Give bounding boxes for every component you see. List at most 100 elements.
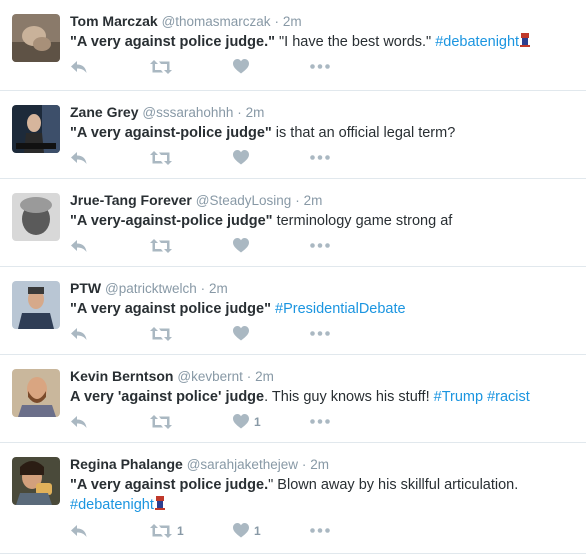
tweet-time[interactable]: 2m [283, 14, 302, 29]
retweet-button[interactable] [150, 60, 177, 74]
user-fullname[interactable]: Tom Marczak [70, 13, 158, 29]
heart-icon [233, 523, 249, 538]
reply-icon [71, 328, 87, 340]
more-dots-icon [310, 243, 330, 248]
tweet-time[interactable]: 2m [246, 105, 265, 120]
retweet-icon [150, 327, 172, 341]
more-dots-icon [310, 331, 330, 336]
avatar[interactable] [12, 369, 60, 417]
avatar[interactable] [12, 105, 60, 153]
tweet: PTW @patricktwelch · 2m "A very against … [0, 267, 586, 355]
debate-podium-emoji [154, 496, 165, 510]
retweet-icon [150, 60, 172, 74]
reply-icon [71, 152, 87, 164]
reply-button[interactable] [70, 415, 88, 429]
user-fullname[interactable]: Kevin Berntson [70, 368, 173, 384]
tweet-text: A very 'against police' judge. This guy … [70, 387, 578, 407]
tweet-header: Tom Marczak @thomasmarczak · 2m [70, 12, 578, 31]
tweet-actions [70, 149, 370, 169]
retweet-icon [150, 239, 172, 253]
tweet-actions [70, 58, 370, 78]
more-button[interactable] [310, 243, 330, 248]
like-button[interactable]: 1 [233, 414, 261, 429]
separator: · [246, 369, 252, 384]
tweet-text-rest: . This guy knows his stuff! [264, 389, 434, 405]
separator: · [274, 14, 279, 29]
avatar[interactable] [12, 281, 60, 329]
user-handle[interactable]: @sssarahohhh [142, 105, 233, 120]
separator: · [200, 281, 206, 296]
avatar[interactable] [12, 193, 60, 241]
hashtag-link[interactable]: #Trump [434, 389, 483, 405]
tweet-header: Jrue-Tang Forever @SteadyLosing · 2m [70, 191, 578, 210]
reply-button[interactable] [70, 239, 88, 253]
like-count: 1 [254, 523, 261, 538]
reply-button[interactable] [70, 327, 88, 341]
reply-icon [71, 61, 87, 73]
heart-icon [233, 326, 249, 341]
user-fullname[interactable]: Zane Grey [70, 104, 138, 120]
like-button[interactable] [233, 150, 254, 165]
like-count: 1 [254, 414, 261, 429]
more-dots-icon [310, 64, 330, 69]
tweet-actions [70, 325, 370, 345]
user-fullname[interactable]: Jrue-Tang Forever [70, 192, 192, 208]
user-fullname[interactable]: Regina Phalange [70, 456, 183, 472]
user-handle[interactable]: @thomasmarczak [162, 14, 271, 29]
avatar[interactable] [12, 14, 60, 62]
tweet-time[interactable]: 2m [209, 281, 228, 296]
more-button[interactable] [310, 528, 330, 533]
reply-icon [71, 240, 87, 252]
retweet-button[interactable] [150, 151, 177, 165]
tweet-actions: 1 [70, 413, 370, 433]
reply-icon [71, 416, 87, 428]
tweet-header: Regina Phalange @sarahjakethejew · 2m [70, 455, 578, 474]
tweet-text: "A very against police judge." Blown awa… [70, 475, 578, 515]
more-button[interactable] [310, 419, 330, 424]
reply-button[interactable] [70, 524, 88, 538]
more-dots-icon [310, 528, 330, 533]
like-button[interactable] [233, 326, 254, 341]
retweet-count: 1 [177, 524, 184, 538]
reply-button[interactable] [70, 151, 88, 165]
reply-button[interactable] [70, 60, 88, 74]
hashtag-link[interactable]: #PresidentialDebate [275, 301, 406, 317]
user-fullname[interactable]: PTW [70, 280, 101, 296]
retweet-button[interactable] [150, 239, 177, 253]
more-dots-icon [310, 155, 330, 160]
like-button[interactable] [233, 238, 254, 253]
more-button[interactable] [310, 331, 330, 336]
tweet-quote: A very 'against police' judge [70, 389, 265, 405]
user-handle[interactable]: @SteadyLosing [196, 193, 292, 208]
tweet-time[interactable]: 2m [310, 457, 329, 472]
tweet-text-rest: "I have the best words." [275, 34, 436, 50]
tweet: Jrue-Tang Forever @SteadyLosing · 2m "A … [0, 179, 586, 267]
heart-icon [233, 238, 249, 253]
retweet-icon [150, 151, 172, 165]
hashtag-link[interactable]: #debatenight [70, 497, 154, 513]
hashtag-link[interactable]: #racist [487, 389, 530, 405]
retweet-button[interactable] [150, 327, 177, 341]
retweet-icon [150, 524, 172, 538]
heart-icon [233, 59, 249, 74]
heart-icon [233, 150, 249, 165]
tweet-actions [70, 237, 370, 257]
separator: · [237, 105, 242, 120]
more-button[interactable] [310, 64, 330, 69]
tweet-time[interactable]: 2m [255, 369, 274, 384]
tweet-actions: 1 1 [70, 522, 370, 542]
user-handle[interactable]: @patricktwelch [105, 281, 197, 296]
tweet-time[interactable]: 2m [304, 193, 323, 208]
avatar[interactable] [12, 457, 60, 505]
tweet-quote: "A very against police judge." [70, 34, 275, 50]
hashtag-link[interactable]: #debatenight [435, 34, 519, 50]
like-button[interactable] [233, 59, 254, 74]
user-handle[interactable]: @sarahjakethejew [187, 457, 298, 472]
tweet-feed: Tom Marczak @thomasmarczak · 2m "A very … [0, 0, 586, 554]
retweet-button[interactable] [150, 415, 177, 429]
like-button[interactable]: 1 [233, 523, 261, 538]
user-handle[interactable]: @kevbernt [177, 369, 242, 384]
more-button[interactable] [310, 155, 330, 160]
retweet-button[interactable]: 1 [150, 524, 184, 538]
debate-podium-emoji [520, 33, 531, 47]
